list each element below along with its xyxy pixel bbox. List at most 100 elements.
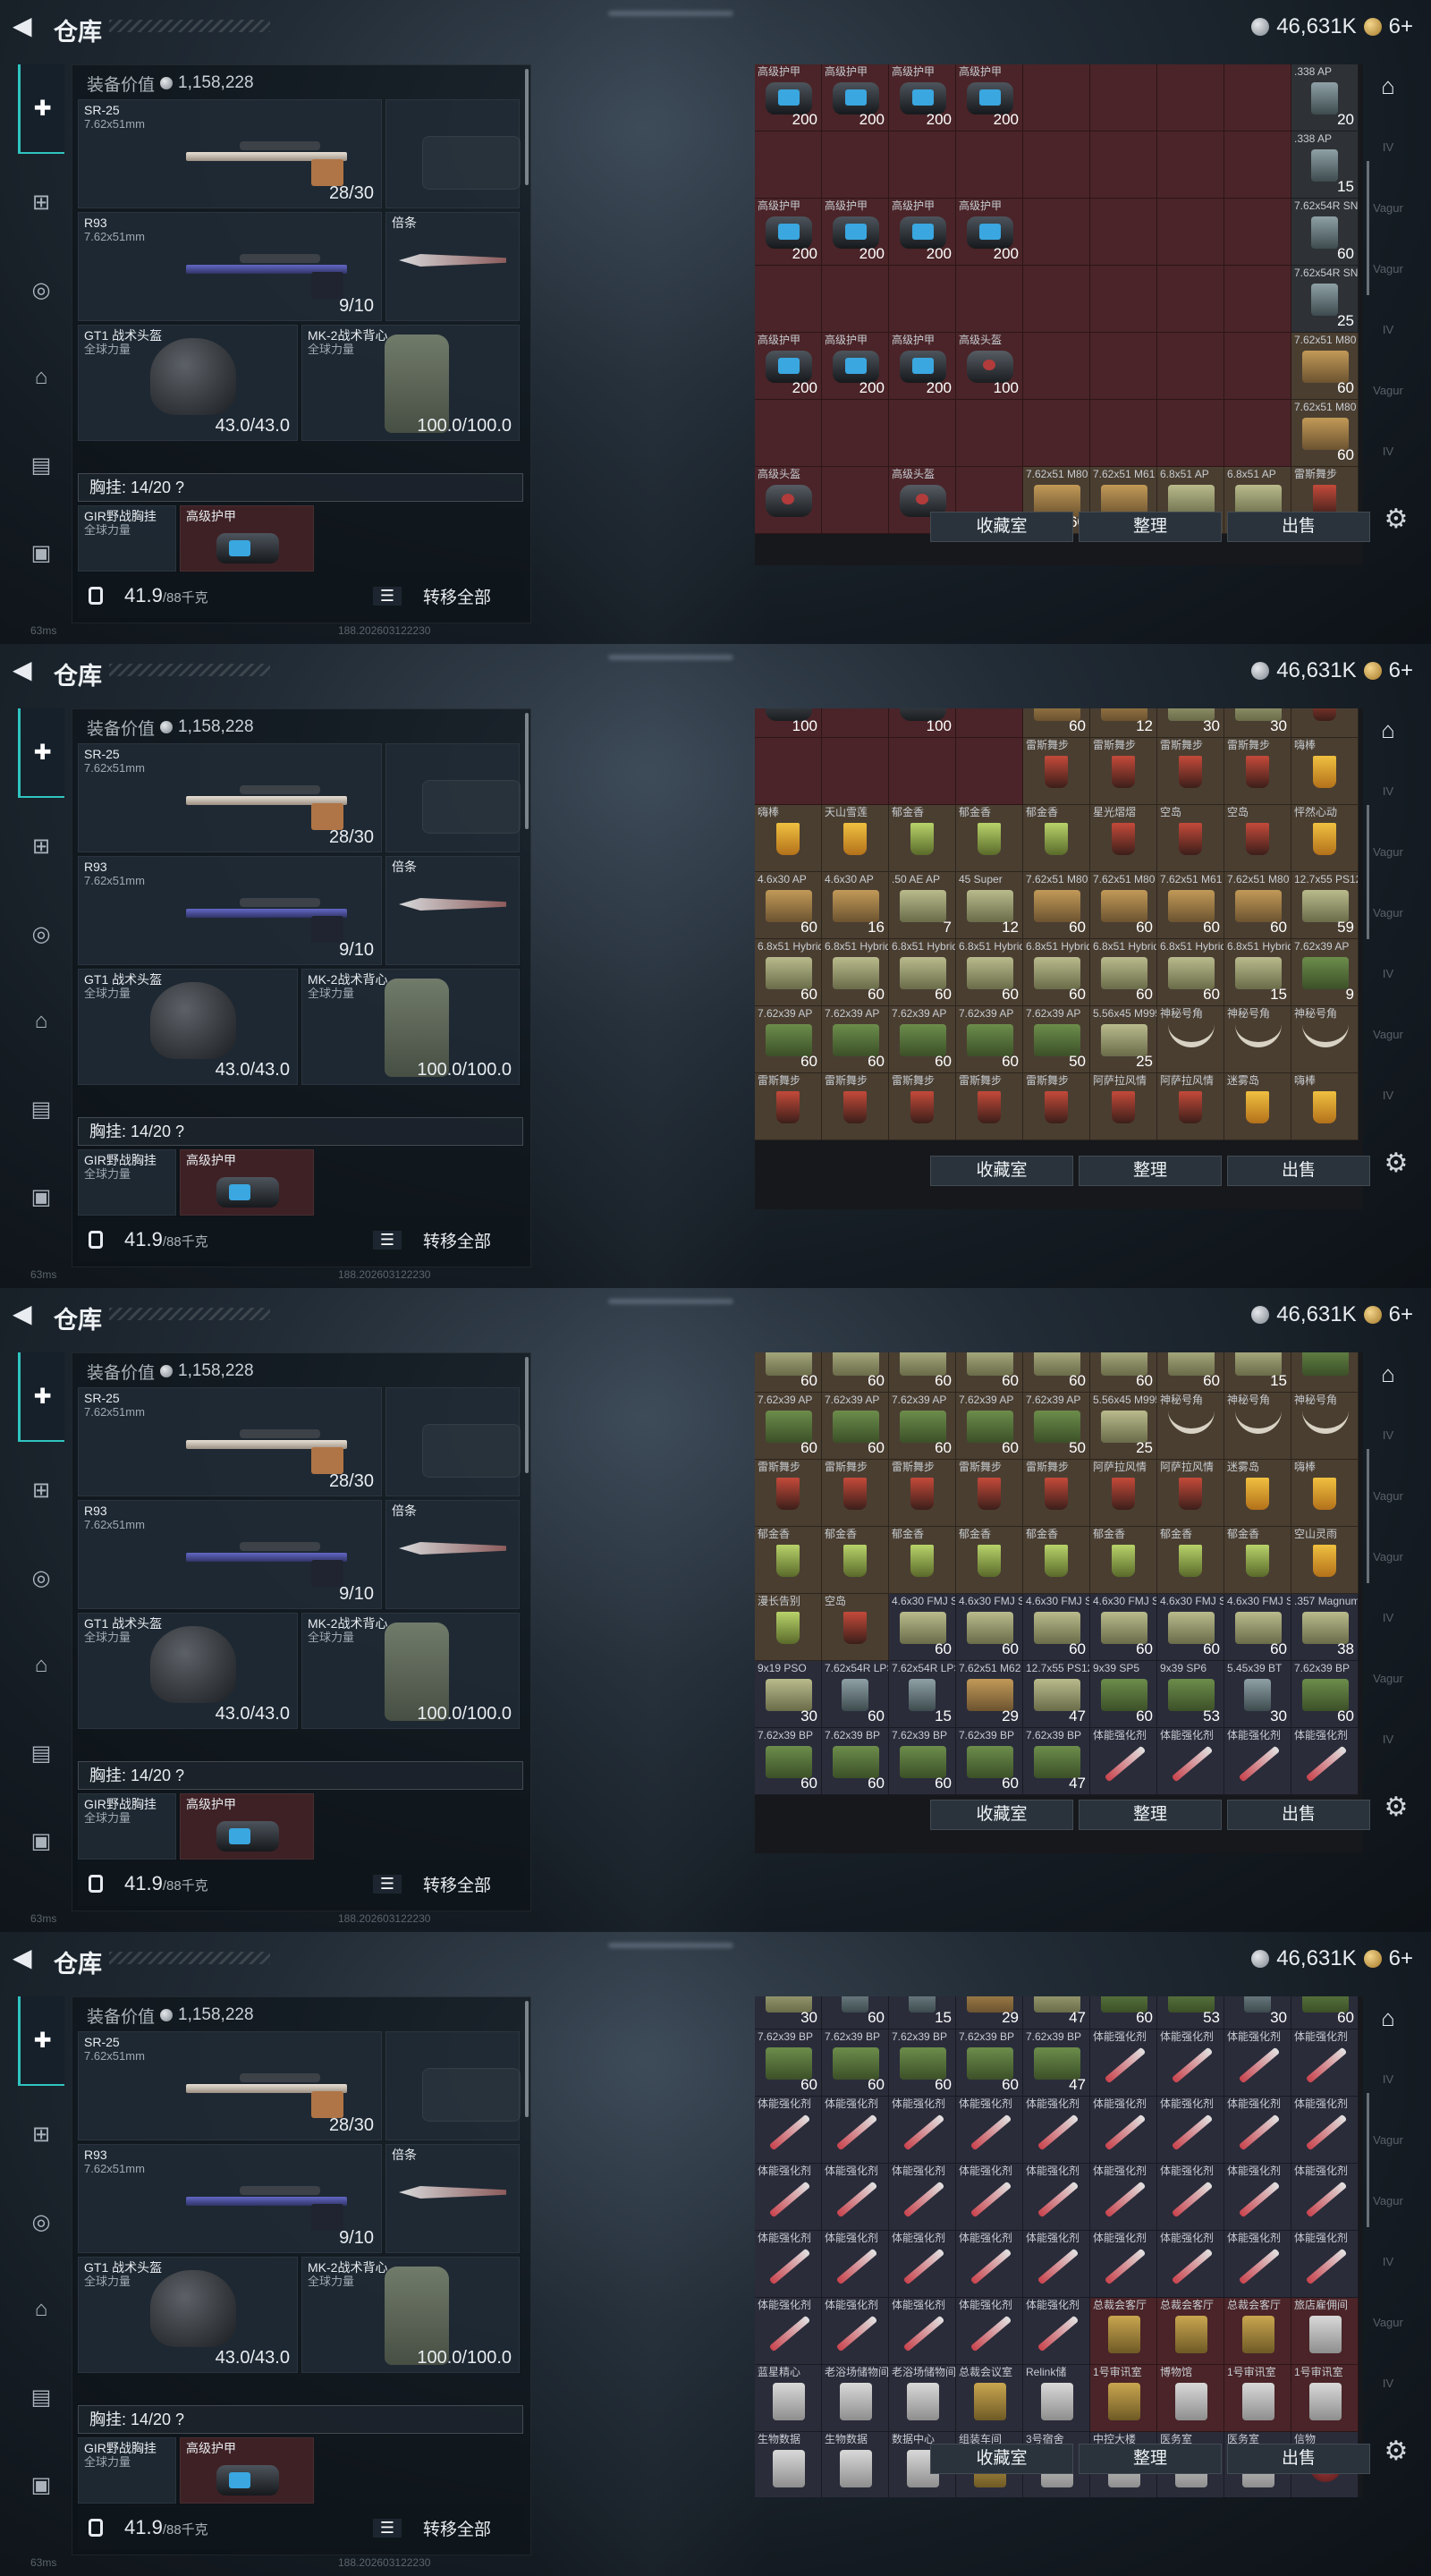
secondary-weapon-slot[interactable]: R93 7.62x51mm 9/10: [78, 856, 382, 965]
inventory-item[interactable]: [1224, 333, 1291, 400]
inventory-item[interactable]: 雷斯舞步: [1023, 738, 1090, 805]
inventory-item[interactable]: 神秘号角: [1291, 1393, 1359, 1460]
inventory-item[interactable]: 7.62x39 AP 60: [755, 1393, 822, 1460]
gear-icon[interactable]: ⚙: [1381, 1792, 1411, 1823]
inventory-item[interactable]: [1023, 199, 1090, 266]
inventory-item[interactable]: 郁金香: [889, 1527, 956, 1594]
inventory-item[interactable]: 雷斯舞步: [755, 1073, 822, 1140]
inventory-item[interactable]: [1090, 400, 1157, 467]
nav-helmet-icon[interactable]: ⌂: [18, 338, 64, 417]
inventory-item[interactable]: [1157, 64, 1224, 131]
inventory-item[interactable]: 体能强化剂: [1224, 1728, 1291, 1795]
inventory-item[interactable]: 体能强化剂: [755, 2298, 822, 2365]
inventory-item[interactable]: [1090, 199, 1157, 266]
chest-rig-header[interactable]: 胸挂: 14/20 ?: [78, 2405, 523, 2434]
inventory-item[interactable]: [889, 266, 956, 333]
inventory-item[interactable]: 阿萨拉风情: [1090, 1460, 1157, 1527]
inventory-item[interactable]: 7.62x39 AP 60: [822, 1393, 889, 1460]
inventory-item[interactable]: 7.62x39 BP60: [956, 1728, 1023, 1795]
inventory-item[interactable]: [889, 400, 956, 467]
lock-icon[interactable]: [89, 2519, 103, 2537]
deck-slot[interactable]: Vagur: [1367, 369, 1410, 411]
inventory-item[interactable]: 体能强化剂: [1090, 2164, 1157, 2231]
inventory-item[interactable]: 空岛: [822, 1594, 889, 1661]
inventory-item[interactable]: 高级护甲 200: [755, 333, 822, 400]
inventory-item[interactable]: [1224, 64, 1291, 131]
shelter-button[interactable]: ⌂: [1367, 64, 1410, 107]
secondary-weapon-slot[interactable]: R93 7.62x51mm 9/10: [78, 1500, 382, 1609]
inventory-item[interactable]: 45 Super 12: [956, 872, 1023, 939]
melee-slot[interactable]: 倍条: [385, 1500, 520, 1609]
armor-slot[interactable]: MK-2战术背心 全球力量 100.0/100.0: [301, 325, 520, 441]
inventory-item[interactable]: [1090, 266, 1157, 333]
inventory-item[interactable]: [822, 738, 889, 805]
inventory-item[interactable]: 7.62x39 BP60: [956, 2029, 1023, 2097]
pistol-slot[interactable]: [385, 99, 521, 208]
sort-button[interactable]: 整理: [1079, 1800, 1222, 1830]
inventory-item[interactable]: 体能强化剂: [956, 2231, 1023, 2298]
inventory-item[interactable]: [956, 708, 1023, 738]
inventory-item[interactable]: 高级头盔: [755, 467, 822, 534]
inventory-item[interactable]: 7.62x39 BP60: [1291, 1996, 1359, 2029]
inventory-item[interactable]: 体能强化剂: [1291, 1728, 1359, 1795]
inventory-item[interactable]: 9x19 PSO30: [755, 1996, 822, 2029]
primary-weapon-slot[interactable]: SR-25 7.62x51mm 28/30: [78, 99, 382, 208]
inventory-item[interactable]: 6.8x51 Hybrid60: [889, 1352, 956, 1393]
equipment-scrollbar[interactable]: [525, 713, 529, 829]
inventory-item[interactable]: 雷斯舞步: [889, 1460, 956, 1527]
inventory-item[interactable]: 7.62x39 AP 60: [889, 1393, 956, 1460]
deck-slot[interactable]: IV: [1367, 1413, 1410, 1456]
inventory-item[interactable]: 7.62x39 BP60: [822, 2029, 889, 2097]
inventory-item[interactable]: 7.62x39 BP 47: [1023, 2029, 1090, 2097]
secondary-weapon-slot[interactable]: R93 7.62x51mm 9/10: [78, 2144, 382, 2253]
inventory-item[interactable]: [755, 400, 822, 467]
shelter-button[interactable]: ⌂: [1367, 1996, 1410, 2039]
inventory-item[interactable]: 体能强化剂: [1157, 1728, 1224, 1795]
inventory-item[interactable]: 迷雾岛: [1224, 1460, 1291, 1527]
inventory-item[interactable]: 12.7x55 PS12B 59: [1291, 872, 1359, 939]
sell-button[interactable]: 出售: [1227, 512, 1370, 542]
rig-item-slot[interactable]: 高级护甲: [180, 505, 314, 572]
back-arrow-icon[interactable]: ◀: [13, 13, 36, 39]
deck-slot[interactable]: IV: [1367, 1596, 1410, 1639]
primary-weapon-slot[interactable]: SR-25 7.62x51mm 28/30: [78, 743, 382, 852]
stash-scrollbar[interactable]: [1367, 805, 1369, 939]
inventory-item[interactable]: [1023, 64, 1090, 131]
nav-clipboard-icon[interactable]: ▤: [18, 1070, 64, 1148]
inventory-item[interactable]: 7.62x39 AP: [1291, 1352, 1359, 1393]
nav-vest-icon[interactable]: ⊞: [18, 807, 64, 886]
inventory-item[interactable]: 6.8x51 Hybrid60: [956, 1352, 1023, 1393]
inventory-item[interactable]: 体能强化剂: [889, 2298, 956, 2365]
deck-slot[interactable]: IV: [1367, 2361, 1410, 2404]
inventory-item[interactable]: [755, 266, 822, 333]
inventory-item[interactable]: 6.8x51 Hybrid60: [1023, 939, 1090, 1006]
inventory-item[interactable]: 体能强化剂: [1157, 2231, 1224, 2298]
equipment-scrollbar[interactable]: [525, 69, 529, 185]
deck-slot[interactable]: IV: [1367, 125, 1410, 168]
inventory-item[interactable]: 5.56x45 M995 25: [1090, 1006, 1157, 1073]
inventory-item[interactable]: [1157, 333, 1224, 400]
primary-weapon-slot[interactable]: SR-25 7.62x51mm 28/30: [78, 1387, 382, 1496]
inventory-item[interactable]: .50 AE AP 7: [889, 872, 956, 939]
deck-slot[interactable]: Vagur: [1367, 891, 1410, 934]
inventory-item[interactable]: 郁金香: [1023, 805, 1090, 872]
inventory-item[interactable]: [956, 738, 1023, 805]
inventory-item[interactable]: [1090, 131, 1157, 199]
sell-button[interactable]: 出售: [1227, 1156, 1370, 1186]
helmet-slot[interactable]: GT1 战术头盔 全球力量 43.0/43.0: [78, 2257, 298, 2373]
inventory-item[interactable]: 空岛: [1157, 805, 1224, 872]
stash-scrollbar[interactable]: [1367, 1449, 1369, 1583]
inventory-item[interactable]: 神秘号角: [1291, 1006, 1359, 1073]
inventory-item[interactable]: 总裁会客厅: [1224, 2298, 1291, 2365]
inventory-item[interactable]: 雷斯舞步: [1157, 738, 1224, 805]
inventory-item[interactable]: .357 Magnum 38: [1291, 1594, 1359, 1661]
inventory-item[interactable]: 高级护甲 200: [956, 64, 1023, 131]
nav-backpack-icon[interactable]: ◎: [18, 2182, 64, 2261]
inventory-item[interactable]: 高级护甲 200: [822, 199, 889, 266]
inventory-item[interactable]: 雷斯舞步: [889, 1073, 956, 1140]
inventory-item[interactable]: 雷斯舞步: [755, 1460, 822, 1527]
inventory-item[interactable]: 郁金香: [1090, 1527, 1157, 1594]
inventory-item[interactable]: 神秘号角: [1224, 1393, 1291, 1460]
inventory-item[interactable]: Relink储: [1023, 2365, 1090, 2432]
lock-icon[interactable]: [89, 587, 103, 605]
